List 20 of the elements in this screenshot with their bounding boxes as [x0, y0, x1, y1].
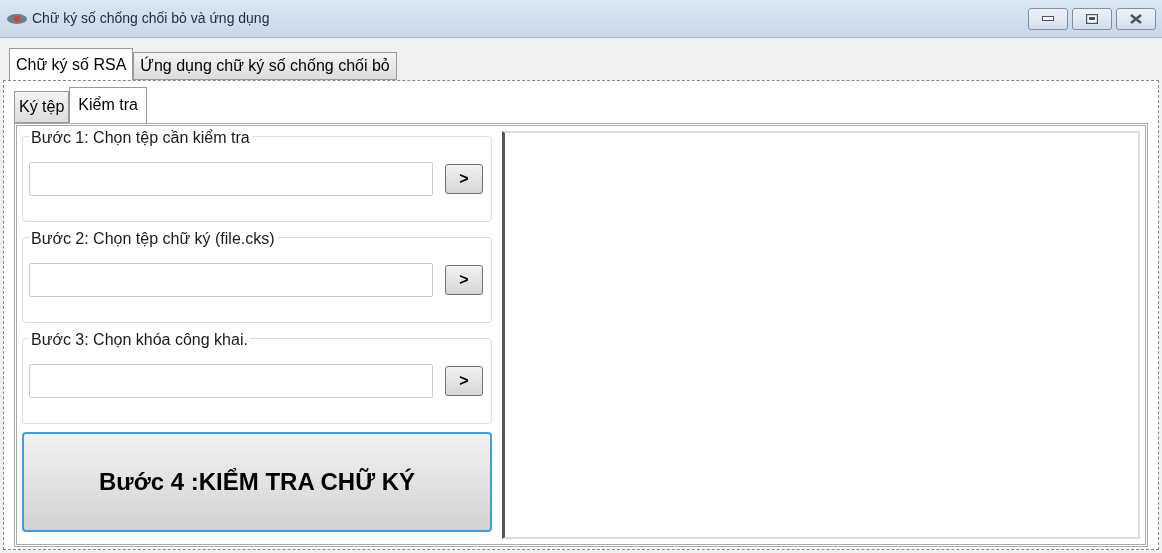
file-path-field[interactable] — [29, 263, 433, 297]
eye-icon — [6, 12, 28, 25]
verify-button[interactable]: Bước 4 :KIỂM TRA CHỮ KÝ — [22, 432, 492, 532]
tab[interactable]: Ký tệp — [14, 91, 70, 123]
browse-button[interactable]: > — [445, 164, 483, 194]
browse-button[interactable]: > — [445, 366, 483, 396]
result-text-area[interactable] — [502, 131, 1140, 539]
close-icon — [1130, 13, 1142, 24]
file-path-field[interactable] — [29, 162, 433, 196]
minimize-button[interactable] — [1028, 7, 1068, 30]
file-path-field[interactable] — [29, 364, 433, 398]
maximize-button[interactable] — [1072, 7, 1112, 30]
tab[interactable]: Kiểm tra — [69, 87, 147, 123]
maximize-icon — [1086, 13, 1098, 24]
tab[interactable]: Ứng dụng chữ ký số chống chối bỏ — [133, 52, 397, 80]
browse-button[interactable]: > — [445, 265, 483, 295]
tab[interactable]: Chữ ký số RSA — [9, 48, 134, 80]
window-title: Chữ ký số chống chối bỏ và ứng dụng — [32, 9, 270, 28]
close-button[interactable] — [1116, 7, 1156, 30]
minimize-icon — [1042, 15, 1054, 22]
